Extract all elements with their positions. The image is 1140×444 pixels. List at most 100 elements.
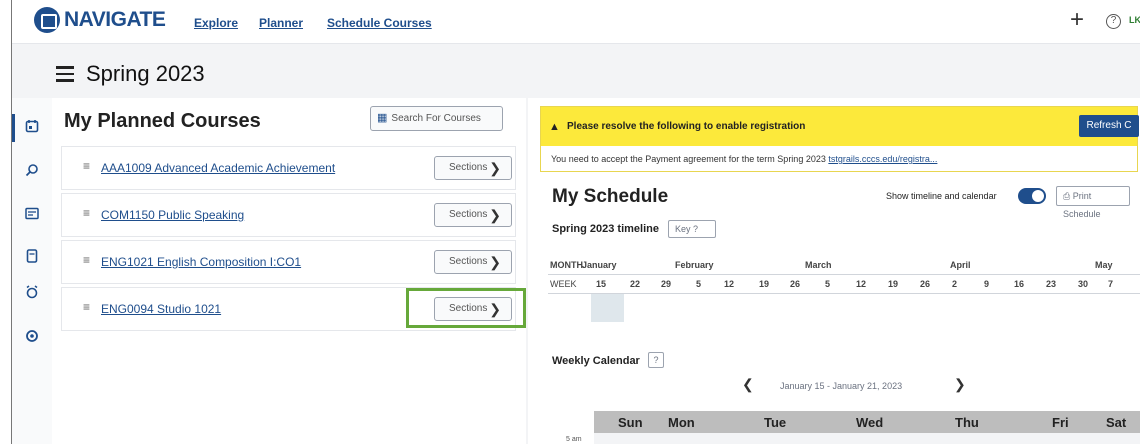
sections-button[interactable]: Sections ❯ xyxy=(434,156,512,180)
calendar-day-mon: Mon xyxy=(668,415,695,430)
previous-week-icon[interactable]: ❮ xyxy=(742,376,754,393)
search-for-courses-label: Search For Courses xyxy=(391,113,481,124)
calendar-day-sun: Sun xyxy=(618,415,643,430)
add-icon[interactable]: + xyxy=(1070,6,1084,34)
timeline-divider xyxy=(548,293,1140,294)
registration-alert: ▲ Please resolve the following to enable… xyxy=(540,106,1139,172)
month-march: March xyxy=(805,260,832,270)
week-cell[interactable]: 5 xyxy=(696,279,701,289)
week-cell[interactable]: 16 xyxy=(1014,279,1024,289)
chevron-right-icon: ❯ xyxy=(489,160,501,176)
calendar-search-icon: ▦ xyxy=(377,112,388,124)
nav-link-explore[interactable]: Explore xyxy=(194,16,238,30)
week-cell[interactable]: 5 xyxy=(825,279,830,289)
week-cell[interactable]: 23 xyxy=(1046,279,1056,289)
week-cell[interactable]: 7 xyxy=(1108,279,1113,289)
alert-message-text: You need to accept the Payment agreement… xyxy=(551,154,826,164)
calendar-day-sat: Sat xyxy=(1106,415,1127,430)
timeline-key-button[interactable]: Key ? xyxy=(668,220,716,238)
chevron-right-icon: ❯ xyxy=(489,207,501,223)
settings-icon[interactable] xyxy=(22,328,42,348)
calendar-day-wed: Wed xyxy=(856,415,884,430)
alert-title: Please resolve the following to enable r… xyxy=(567,121,806,132)
calendar-day-thu: Thu xyxy=(955,415,979,430)
week-cell[interactable]: 29 xyxy=(661,279,671,289)
drag-handle-icon[interactable]: ≡ xyxy=(83,159,90,173)
course-link[interactable]: ENG0094 Studio 1021 xyxy=(101,302,221,316)
week-cell[interactable]: 12 xyxy=(724,279,734,289)
menu-icon[interactable] xyxy=(56,66,74,86)
course-link[interactable]: AAA1009 Advanced Academic Achievement xyxy=(101,161,335,175)
week-cell[interactable]: 19 xyxy=(759,279,769,289)
week-cell[interactable]: 22 xyxy=(630,279,640,289)
calendar-header: Sun Mon Tue Wed Thu Fri Sat xyxy=(594,411,1140,433)
weekly-calendar-help-icon[interactable]: ? xyxy=(648,352,664,368)
calendar-grid[interactable] xyxy=(594,433,1140,444)
drag-handle-icon[interactable]: ≡ xyxy=(83,253,90,267)
chevron-right-icon: ❯ xyxy=(489,254,501,270)
month-february: February xyxy=(675,260,714,270)
course-link[interactable]: COM1150 Public Speaking xyxy=(101,208,244,222)
week-label: WEEK xyxy=(550,279,577,289)
week-cell[interactable]: 30 xyxy=(1078,279,1088,289)
weekly-calendar-title: Weekly Calendar xyxy=(552,355,640,367)
week-cell[interactable]: 9 xyxy=(984,279,989,289)
rail-active-indicator xyxy=(12,114,15,142)
print-schedule-button[interactable]: ⎙ Print Schedule xyxy=(1056,186,1130,219)
term-title: Spring 2023 xyxy=(86,61,205,86)
course-row[interactable]: ≡ AAA1009 Advanced Academic Achievement … xyxy=(61,146,516,190)
drag-handle-icon[interactable]: ≡ xyxy=(83,206,90,220)
left-rail xyxy=(12,98,52,444)
drag-handle-icon[interactable]: ≡ xyxy=(83,300,90,314)
month-april: April xyxy=(950,260,971,270)
sections-label: Sections xyxy=(449,209,488,220)
top-nav: NAVIGATE Explore Planner Schedule Course… xyxy=(12,0,1140,44)
brand-name[interactable]: NAVIGATE xyxy=(64,8,166,32)
month-label: MONTH xyxy=(550,260,583,270)
timeline-toggle-label: Show timeline and calendar xyxy=(886,191,997,201)
notebook-icon[interactable] xyxy=(22,248,42,268)
week-cell[interactable]: 19 xyxy=(888,279,898,289)
next-week-icon[interactable]: ❯ xyxy=(954,376,966,393)
nav-link-planner[interactable]: Planner xyxy=(259,16,303,30)
user-avatar[interactable]: LK xyxy=(1129,15,1140,25)
sections-label: Sections xyxy=(449,162,488,173)
payment-agreement-link[interactable]: tstgrails.cccs.edu/registra... xyxy=(828,154,937,164)
week-cell[interactable]: 26 xyxy=(920,279,930,289)
sections-label: Sections xyxy=(449,256,488,267)
refresh-button[interactable]: Refresh C xyxy=(1079,115,1139,137)
alert-message: You need to accept the Payment agreement… xyxy=(551,154,937,164)
course-list-icon[interactable] xyxy=(22,206,42,226)
month-may: May xyxy=(1095,260,1113,270)
week-cell[interactable]: 15 xyxy=(596,279,606,289)
alarm-icon[interactable] xyxy=(22,284,42,304)
alert-header: ▲ Please resolve the following to enable… xyxy=(541,107,1139,146)
planned-courses-title: My Planned Courses xyxy=(64,110,261,132)
navigate-logo-icon[interactable] xyxy=(34,7,60,33)
course-row[interactable]: ≡ ENG1021 English Composition I:CO1 Sect… xyxy=(61,240,516,284)
sections-button[interactable]: Sections ❯ xyxy=(434,203,512,227)
week-range: January 15 - January 21, 2023 xyxy=(780,381,903,391)
sections-button[interactable]: Sections ❯ xyxy=(434,250,512,274)
timeline-divider xyxy=(548,274,1140,275)
search-icon[interactable] xyxy=(22,162,42,182)
nav-link-schedule-courses[interactable]: Schedule Courses xyxy=(327,16,432,30)
calendar-icon[interactable] xyxy=(22,118,42,138)
planned-courses-panel: My Planned Courses ▦ Search For Courses ≡… xyxy=(52,98,526,444)
course-link[interactable]: ENG1021 English Composition I:CO1 xyxy=(101,255,301,269)
timeline-toggle[interactable] xyxy=(1018,188,1046,204)
timeline-title: Spring 2023 timeline xyxy=(552,223,659,235)
course-row[interactable]: ≡ COM1150 Public Speaking Sections ❯ xyxy=(61,193,516,237)
app-window: NAVIGATE Explore Planner Schedule Course… xyxy=(11,0,1140,444)
time-label: 5 am xyxy=(566,436,582,443)
highlight-box xyxy=(406,288,526,328)
search-for-courses-button[interactable]: ▦ Search For Courses xyxy=(370,106,503,131)
week-cell[interactable]: 2 xyxy=(952,279,957,289)
week-cell[interactable]: 12 xyxy=(856,279,866,289)
calendar-day-tue: Tue xyxy=(764,415,787,430)
help-icon[interactable]: ? xyxy=(1106,14,1121,29)
printer-icon: ⎙ xyxy=(1063,191,1073,201)
warning-icon: ▲ xyxy=(549,121,560,133)
current-week-marker xyxy=(591,294,624,322)
week-cell[interactable]: 26 xyxy=(790,279,800,289)
